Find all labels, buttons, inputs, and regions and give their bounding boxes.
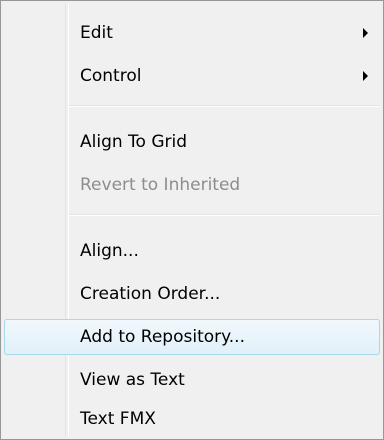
- menu-item-edit[interactable]: Edit: [4, 15, 380, 51]
- menu-item-align[interactable]: Align...: [4, 233, 380, 269]
- menu-item-label: Text FMX: [80, 409, 156, 429]
- menu-item-add-to-repository[interactable]: Add to Repository...: [4, 319, 380, 355]
- menu-item-label: Revert to Inherited: [80, 175, 241, 195]
- menu-item-label: View as Text: [80, 370, 185, 390]
- menu-item-revert-to-inherited: Revert to Inherited: [4, 167, 380, 203]
- menu-item-label: Align...: [80, 241, 139, 261]
- menu-item-label: Edit: [80, 23, 113, 43]
- menu-separator: [69, 214, 379, 216]
- menu-item-control[interactable]: Control: [4, 58, 380, 94]
- menu-item-text-fmx[interactable]: Text FMX: [4, 401, 380, 437]
- menu-separator: [69, 105, 379, 107]
- submenu-arrow-icon: [363, 28, 368, 38]
- context-menu: Edit Control Align To Grid Revert to Inh…: [0, 0, 384, 440]
- menu-item-view-as-text[interactable]: View as Text: [4, 362, 380, 398]
- menu-item-label: Control: [80, 66, 142, 86]
- menu-item-label: Creation Order...: [80, 284, 221, 304]
- menu-item-label: Align To Grid: [80, 132, 188, 152]
- menu-item-align-to-grid[interactable]: Align To Grid: [4, 124, 380, 160]
- submenu-arrow-icon: [363, 71, 368, 81]
- menu-item-creation-order[interactable]: Creation Order...: [4, 276, 380, 312]
- menu-item-label: Add to Repository...: [80, 327, 245, 347]
